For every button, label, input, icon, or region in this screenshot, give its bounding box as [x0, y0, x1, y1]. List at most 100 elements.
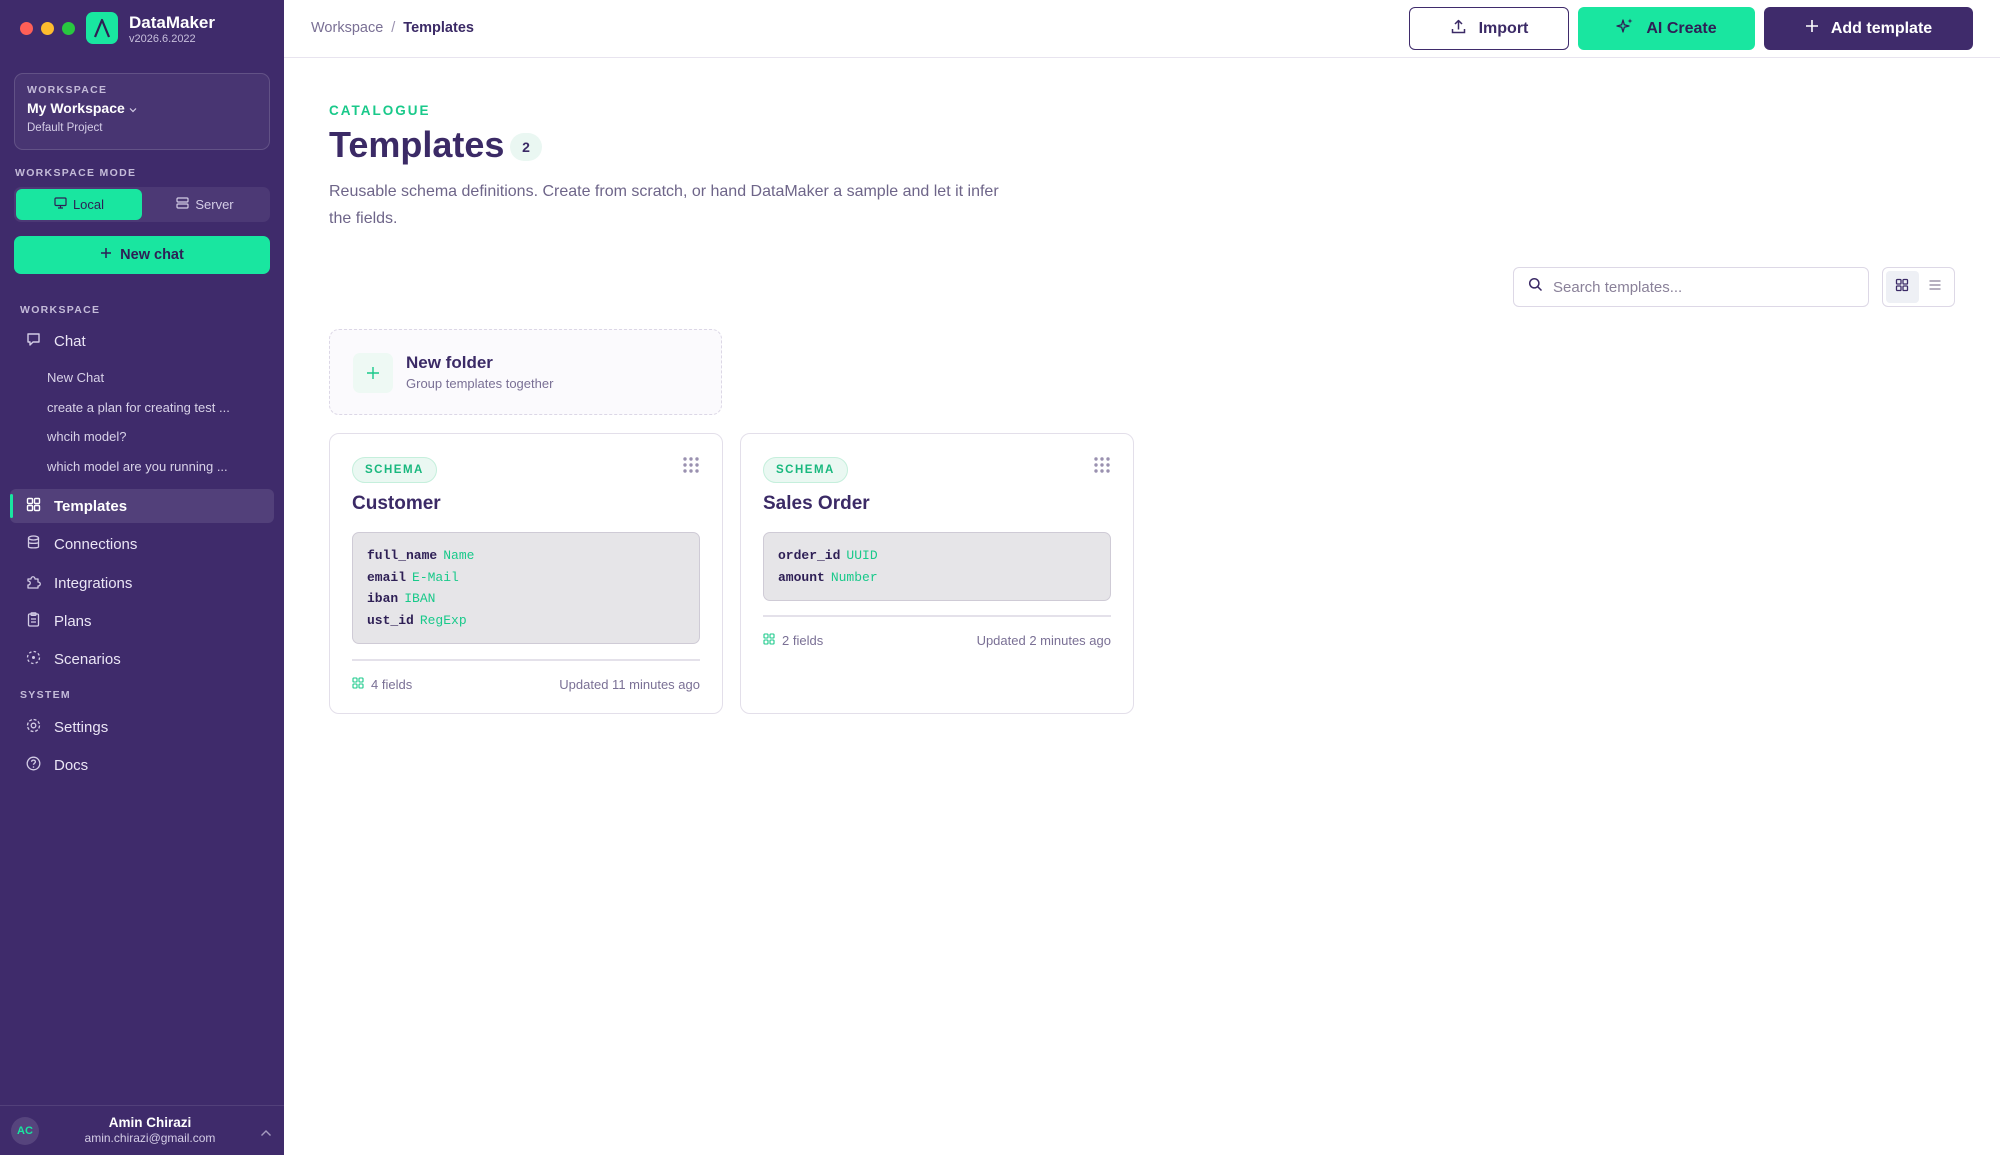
card-divider — [763, 615, 1111, 617]
workspace-mode-toggle: Local Server — [14, 187, 270, 222]
add-template-button[interactable]: Add template — [1764, 7, 1973, 50]
schema-badge: SCHEMA — [763, 457, 848, 483]
sparkle-icon — [1616, 17, 1634, 40]
field-row: iban IBAN — [367, 591, 436, 606]
card-footer: 2 fields Updated 2 minutes ago — [763, 633, 1111, 648]
grid-view-button[interactable] — [1886, 271, 1919, 303]
database-icon — [25, 534, 42, 555]
field-row: email E-Mail — [367, 569, 459, 585]
field-count: 4 fields — [352, 677, 412, 692]
new-folder-subtitle: Group templates together — [406, 376, 554, 391]
drag-handle-icon[interactable] — [682, 456, 700, 479]
app-name: DataMaker — [129, 13, 215, 32]
drag-handle-icon[interactable] — [1093, 456, 1111, 479]
clipboard-icon — [25, 611, 42, 632]
app-version: v2026.6.2022 — [129, 33, 196, 45]
schema-badge: SCHEMA — [352, 457, 437, 483]
chevron-up-icon[interactable] — [260, 1124, 272, 1142]
chat-history-item[interactable]: New Chat — [47, 370, 104, 385]
mode-server-button[interactable]: Server — [142, 189, 268, 220]
workspace-name[interactable]: My Workspace — [27, 100, 257, 116]
template-card-customer[interactable]: SCHEMA Customer full_name Name email E-Mai… — [329, 433, 723, 714]
workspace-selector[interactable]: WORKSPACE My Workspace Default Project — [14, 73, 270, 150]
sidebar-item-chat[interactable]: Chat — [10, 324, 274, 358]
field-row: order_id UUID — [778, 548, 878, 563]
scenarios-icon — [25, 649, 42, 670]
sidebar-item-docs[interactable]: Docs — [10, 748, 274, 782]
chat-history-item[interactable]: create a plan for creating test ... — [47, 400, 230, 415]
sidebar: DataMaker v2026.6.2022 WORKSPACE My Work… — [0, 0, 284, 1155]
user-name: Amin Chirazi — [108, 1115, 192, 1130]
search-input[interactable] — [1553, 278, 1853, 296]
grid-icon — [763, 633, 775, 648]
close-window-button[interactable] — [20, 22, 33, 35]
puzzle-icon — [25, 573, 42, 594]
grid-icon — [1895, 278, 1909, 297]
new-folder-card[interactable]: New folder Group templates together — [329, 329, 722, 415]
sidebar-item-scenarios[interactable]: Scenarios — [10, 642, 274, 676]
page-title: Templates — [329, 124, 505, 165]
sidebar-item-templates[interactable]: Templates — [10, 489, 274, 523]
sidebar-item-settings[interactable]: Settings — [10, 710, 274, 744]
zoom-window-button[interactable] — [62, 22, 75, 35]
help-circle-icon — [25, 755, 42, 776]
field-row: full_name Name — [367, 548, 475, 563]
grid-icon — [25, 496, 42, 517]
chevron-down-icon — [129, 100, 137, 116]
mode-local-button[interactable]: Local — [16, 189, 142, 220]
field-preview: order_id UUID amount Number — [763, 532, 1111, 601]
chat-history-item[interactable]: whcih model? — [47, 429, 127, 444]
breadcrumb-current: Templates — [403, 20, 474, 36]
template-name: Customer — [352, 493, 441, 514]
nav-system-caption: SYSTEM — [20, 689, 71, 701]
card-divider — [352, 659, 700, 661]
ai-create-button[interactable]: AI Create — [1578, 7, 1755, 50]
breadcrumb-parent[interactable]: Workspace — [311, 20, 383, 36]
minimize-window-button[interactable] — [41, 22, 54, 35]
field-count: 2 fields — [763, 633, 823, 648]
template-count-badge: 2 — [510, 133, 542, 161]
sidebar-item-connections[interactable]: Connections — [10, 527, 274, 561]
avatar: AC — [11, 1117, 39, 1145]
window-controls — [20, 22, 75, 35]
plus-icon — [1805, 19, 1819, 38]
sidebar-item-integrations[interactable]: Integrations — [10, 566, 274, 600]
app-logo-icon — [86, 12, 118, 44]
user-menu[interactable]: AC Amin Chirazi amin.chirazi@gmail.com — [0, 1105, 284, 1155]
list-view-button[interactable] — [1919, 271, 1952, 303]
new-folder-title: New folder — [406, 353, 493, 372]
upload-icon — [1450, 18, 1467, 40]
monitor-icon — [54, 197, 67, 212]
new-chat-button[interactable]: New chat — [14, 236, 270, 274]
workspace-caption: WORKSPACE — [27, 84, 108, 96]
breadcrumb-separator: / — [391, 20, 396, 36]
server-icon — [176, 197, 189, 212]
field-row: amount Number — [778, 569, 878, 585]
page-eyebrow: CATALOGUE — [329, 103, 431, 118]
updated-timestamp: Updated 11 minutes ago — [559, 677, 700, 692]
list-icon — [1928, 278, 1942, 297]
field-row: ust_id RegExp — [367, 612, 467, 628]
card-footer: 4 fields Updated 11 minutes ago — [352, 677, 700, 692]
updated-timestamp: Updated 2 minutes ago — [976, 633, 1111, 648]
app-brand: DataMaker v2026.6.2022 — [129, 13, 215, 45]
sidebar-item-plans[interactable]: Plans — [10, 604, 274, 638]
page-description: Reusable schema definitions. Create from… — [329, 183, 999, 227]
gear-icon — [25, 717, 42, 738]
plus-icon — [100, 247, 112, 263]
nav-workspace-caption: WORKSPACE — [20, 304, 101, 316]
user-email: amin.chirazi@gmail.com — [84, 1131, 216, 1145]
field-preview: full_name Name email E-Mail iban IBAN ust_i… — [352, 532, 700, 644]
import-button[interactable]: Import — [1409, 7, 1569, 50]
top-bar: Workspace / Templates Import AI Create Add… — [284, 0, 2000, 58]
workspace-project: Default Project — [27, 122, 103, 134]
chat-history-item[interactable]: which model are you running ... — [47, 459, 228, 474]
workspace-mode-caption: WORKSPACE MODE — [15, 167, 137, 179]
chat-bubble-icon — [25, 331, 42, 352]
template-card-sales-order[interactable]: SCHEMA Sales Order order_id UUID amount Nu… — [740, 433, 1134, 714]
breadcrumb: Workspace / Templates — [311, 20, 474, 36]
plus-icon — [353, 353, 393, 393]
grid-icon — [352, 677, 364, 692]
search-icon — [1528, 277, 1543, 297]
search-box — [1513, 267, 1869, 307]
